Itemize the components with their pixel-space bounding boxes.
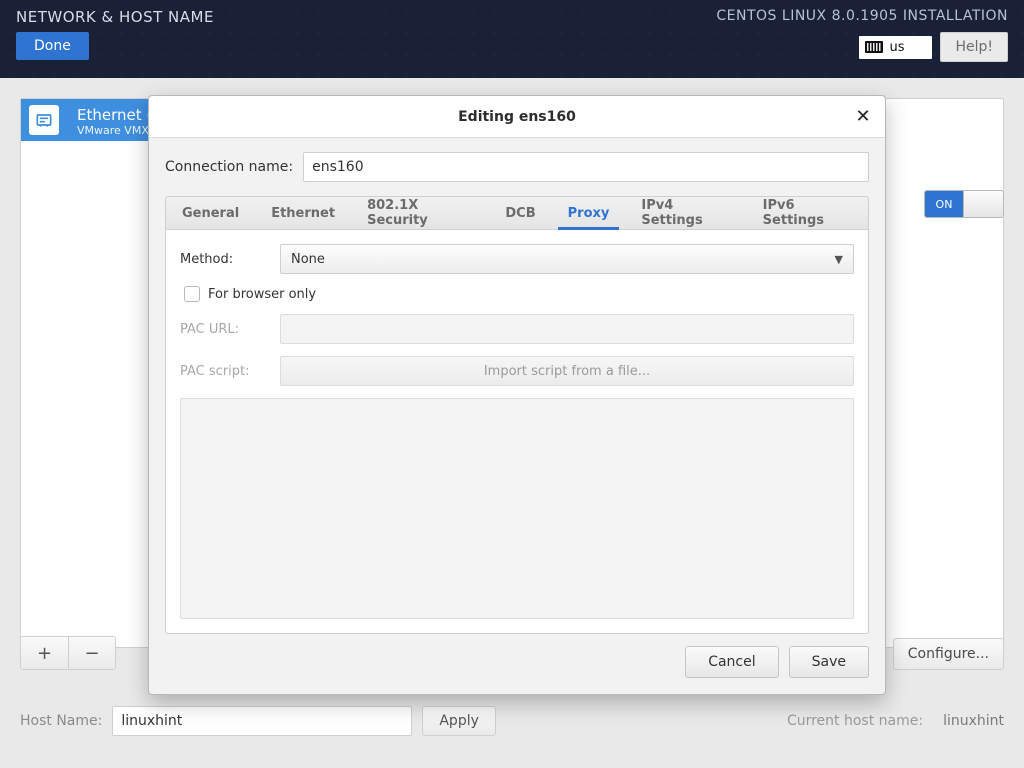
edit-connection-dialog: Editing ens160 ✕ Connection name: Genera…	[148, 95, 886, 695]
toggle-knob	[963, 191, 1003, 217]
hostname-row: Host Name: Apply Current host name: linu…	[20, 706, 1004, 736]
add-device-button[interactable]: +	[21, 637, 68, 669]
pac-script-label: PAC script:	[180, 364, 270, 379]
pac-url-row: PAC URL:	[180, 314, 854, 344]
browser-only-row: For browser only	[184, 286, 854, 302]
banner-left: NETWORK & HOST NAME Done	[16, 8, 214, 68]
close-button[interactable]: ✕	[851, 104, 875, 128]
connection-name-row: Connection name:	[165, 152, 869, 182]
banner-right-row: us Help!	[859, 32, 1008, 62]
pac-url-label: PAC URL:	[180, 322, 270, 337]
tab-ipv6-settings[interactable]: IPv6 Settings	[747, 197, 868, 229]
keyboard-icon	[865, 41, 883, 53]
top-banner: NETWORK & HOST NAME Done CENTOS LINUX 8.…	[0, 0, 1024, 78]
configure-button[interactable]: Configure...	[893, 638, 1004, 670]
tab-proxy[interactable]: Proxy	[552, 197, 626, 229]
apply-button[interactable]: Apply	[422, 706, 496, 736]
done-button[interactable]: Done	[16, 32, 89, 60]
chevron-down-icon: ▼	[835, 253, 843, 266]
dialog-footer: Cancel Save	[149, 634, 885, 694]
page-title: NETWORK & HOST NAME	[16, 8, 214, 26]
dialog-body: Connection name: General Ethernet 802.1X…	[149, 138, 885, 634]
proxy-method-select[interactable]: None ▼	[280, 244, 854, 274]
connection-name-label: Connection name:	[165, 159, 293, 175]
proxy-method-label: Method:	[180, 252, 270, 267]
pac-script-row: PAC script: Import script from a file...	[180, 356, 854, 386]
pac-url-input	[280, 314, 854, 344]
hostname-input[interactable]	[112, 706, 412, 736]
add-remove-group: + −	[20, 636, 116, 670]
connection-name-input[interactable]	[303, 152, 869, 182]
browser-only-label: For browser only	[208, 287, 316, 302]
toggle-on-label: ON	[925, 191, 963, 217]
tab-general[interactable]: General	[166, 197, 255, 229]
pac-script-textarea	[180, 398, 854, 619]
proxy-method-value: None	[291, 252, 325, 267]
keyboard-layout-label: us	[889, 40, 904, 55]
current-hostname-label: Current host name:	[787, 713, 923, 729]
connection-toggle[interactable]: ON	[924, 190, 1004, 218]
hostname-label: Host Name:	[20, 713, 102, 729]
installer-title: CENTOS LINUX 8.0.1905 INSTALLATION	[716, 8, 1008, 24]
cancel-button[interactable]: Cancel	[685, 646, 778, 678]
tabs-bar: General Ethernet 802.1X Security DCB Pro…	[165, 196, 869, 230]
current-hostname-value: linuxhint	[943, 713, 1004, 729]
tab-content-proxy: Method: None ▼ For browser only PAC URL:…	[165, 230, 869, 634]
tab-ethernet[interactable]: Ethernet	[255, 197, 351, 229]
import-script-button: Import script from a file...	[280, 356, 854, 386]
remove-device-button[interactable]: −	[68, 637, 115, 669]
proxy-method-row: Method: None ▼	[180, 244, 854, 274]
banner-right: CENTOS LINUX 8.0.1905 INSTALLATION us He…	[716, 8, 1008, 68]
tab-ipv4-settings[interactable]: IPv4 Settings	[625, 197, 746, 229]
tab-8021x-security[interactable]: 802.1X Security	[351, 197, 489, 229]
keyboard-indicator[interactable]: us	[859, 36, 932, 59]
save-button[interactable]: Save	[789, 646, 869, 678]
dialog-title: Editing ens160	[458, 109, 576, 125]
ethernet-icon	[29, 105, 59, 135]
browser-only-checkbox[interactable]	[184, 286, 200, 302]
dialog-header: Editing ens160 ✕	[149, 96, 885, 138]
tab-dcb[interactable]: DCB	[489, 197, 551, 229]
help-button[interactable]: Help!	[940, 32, 1008, 62]
